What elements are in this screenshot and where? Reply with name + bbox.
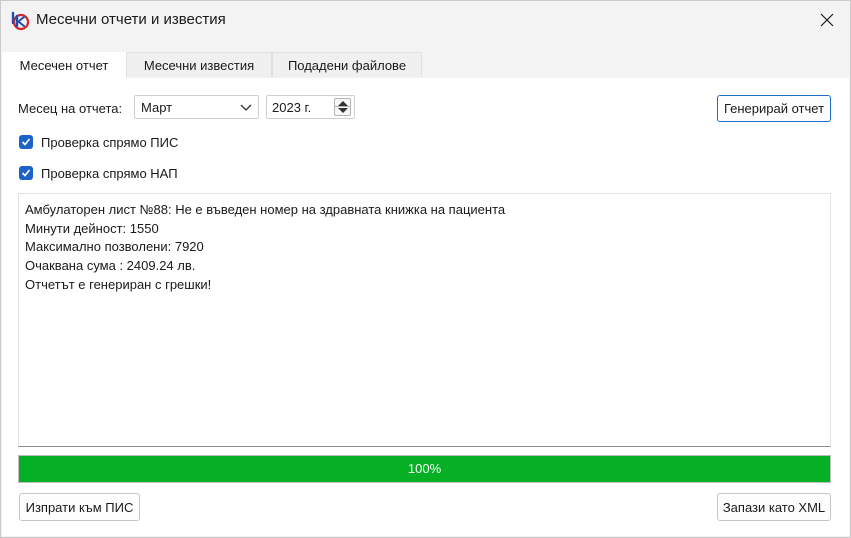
log-line: Минути дейност: 1550	[25, 221, 159, 236]
progress-label: 100%	[407, 461, 442, 476]
app-logo-icon	[11, 11, 30, 31]
checkmark-icon	[21, 169, 31, 177]
month-label: Месец на отчета:	[18, 101, 123, 116]
year-spinner[interactable]: 2023 г.	[266, 95, 355, 119]
tab-strip: Месечен отчет Месечни известия Подадени …	[1, 52, 850, 79]
close-icon	[820, 13, 834, 27]
progress-bar: 100%	[18, 455, 831, 483]
close-button[interactable]	[804, 1, 850, 39]
log-line: Отчетът е генериран с грешки!	[25, 277, 212, 292]
tab-monthly-notices[interactable]: Месечни известия	[126, 52, 272, 77]
tab-submitted-files[interactable]: Подадени файлове	[272, 52, 422, 77]
year-spin-buttons[interactable]	[334, 98, 351, 116]
chevron-down-icon	[240, 104, 252, 111]
send-to-pis-button[interactable]: Изпрати към ПИС	[19, 493, 140, 521]
check-nap-label[interactable]: Проверка спрямо НАП	[41, 166, 178, 181]
save-as-xml-button[interactable]: Запази като XML	[717, 493, 831, 521]
checkmark-icon	[21, 138, 31, 146]
spin-down-icon[interactable]	[338, 108, 348, 113]
main-window: Месечни отчети и известия Месечен отчет …	[0, 0, 851, 538]
check-nap-checkbox[interactable]	[19, 166, 33, 180]
report-log-textbox[interactable]: Амбулаторен лист №88: Не е въведен номер…	[18, 193, 831, 447]
month-select[interactable]: Март	[134, 95, 259, 119]
generate-report-button[interactable]: Генерирай отчет	[717, 95, 831, 122]
check-pis-checkbox[interactable]	[19, 135, 33, 149]
window-title: Месечни отчети и известия	[36, 11, 226, 28]
log-line: Амбулаторен лист №88: Не е въведен номер…	[25, 202, 506, 217]
log-line: Максимално позволени: 7920	[25, 239, 204, 254]
check-pis-label[interactable]: Проверка спрямо ПИС	[41, 135, 178, 150]
title-bar[interactable]: Месечни отчети и известия	[1, 1, 850, 39]
spin-divider	[335, 106, 350, 107]
month-select-value: Март	[141, 100, 173, 115]
tab-monthly-report[interactable]: Месечен отчет	[2, 52, 126, 79]
year-value: 2023 г.	[272, 100, 312, 115]
log-line: Очаквана сума : 2409.24 лв.	[25, 258, 196, 273]
